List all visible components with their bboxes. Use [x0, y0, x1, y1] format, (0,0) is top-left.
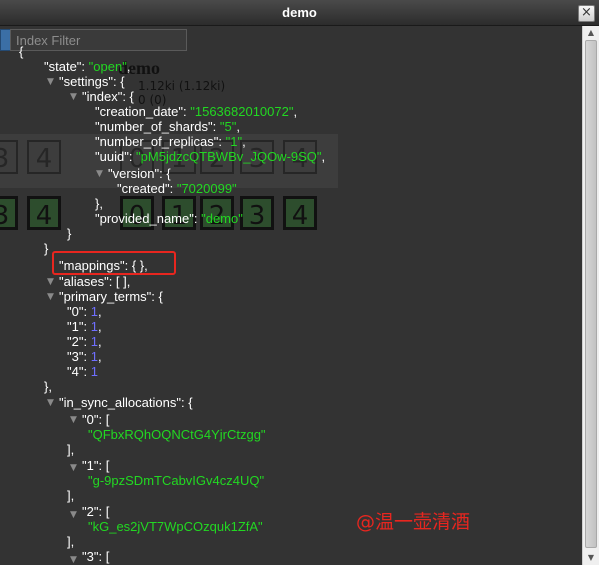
primary-term-key: "2" — [67, 334, 84, 349]
primary-term-key: "1" — [67, 319, 84, 334]
watermark-text: @温一壶清酒 — [356, 511, 471, 533]
primary-term-value: 1 — [90, 364, 98, 379]
collapse-triangle-icon[interactable]: ▼ — [47, 396, 54, 411]
in-sync-allocation-id: "QFbxRQhOQNCtG4YjrCtzgg" — [88, 427, 266, 442]
collapse-triangle-icon[interactable]: ▼ — [47, 275, 54, 290]
collapse-triangle-icon[interactable]: ▼ — [70, 508, 77, 523]
in-sync-value: "kG_es2jVT7WpCOzquk1ZfA" — [88, 519, 263, 534]
key-number-of-shards: "number_of_shards" — [95, 119, 213, 134]
scrollbar-thumb[interactable] — [585, 40, 597, 548]
primary-term-key: "0" — [67, 304, 84, 319]
replica-shard-4[interactable]: 4 — [27, 140, 61, 174]
collapse-triangle-icon[interactable]: ▼ — [70, 553, 77, 565]
json-close-array: ], — [67, 442, 75, 457]
key-uuid: "uuid" — [95, 149, 129, 164]
in-sync-allocation-id: "kG_es2jVT7WpCOzquk1ZfA" — [88, 519, 263, 534]
index-filter-input[interactable]: Index Filter — [10, 29, 187, 51]
in-sync-entry-row: "2": [ — [82, 504, 110, 519]
key-state: "state" — [44, 59, 82, 74]
in-sync-key: "3" — [82, 549, 99, 564]
key-primary-terms: "primary_terms" — [59, 289, 152, 304]
json-row-provided-name: "provided_name": "demo" — [95, 211, 243, 226]
json-row-state: "state": "open", — [44, 59, 131, 74]
in-sync-allocation-id: "g-9pzSDmTCabvIGv4cz4UQ" — [88, 473, 265, 488]
in-sync-key: "2" — [82, 504, 99, 519]
primary-term-value: 1 — [90, 349, 98, 364]
collapse-triangle-icon[interactable]: ▼ — [96, 167, 103, 182]
collapse-triangle-icon[interactable]: ▼ — [70, 461, 77, 476]
in-sync-key: "1" — [82, 458, 99, 473]
json-close-version: }, — [95, 196, 103, 211]
key-settings: "settings" — [59, 74, 114, 89]
json-close-primary-terms: }, — [44, 379, 52, 394]
json-row-version: "version": { — [108, 166, 171, 181]
primary-term-row: "2": 1, — [67, 334, 102, 349]
json-close-settings: } — [44, 241, 49, 256]
primary-term-row: "3": 1, — [67, 349, 102, 364]
primary-shard-3b[interactable]: 3 — [240, 196, 274, 231]
title-bar[interactable]: demo × — [0, 0, 599, 26]
primary-term-key: "4" — [67, 364, 84, 379]
json-row-primary-terms: "primary_terms": { — [59, 289, 163, 304]
primary-term-value: 1 — [90, 319, 98, 334]
in-sync-entry-row: "0": [ — [82, 412, 110, 427]
primary-term-value: 1 — [90, 334, 98, 349]
in-sync-value: "g-9pzSDmTCabvIGv4cz4UQ" — [88, 473, 264, 488]
in-sync-entry-row: "1": [ — [82, 458, 110, 473]
in-sync-value: "QFbxRQhOQNCtG4YjrCtzgg" — [88, 427, 266, 442]
json-row-number-of-shards: "number_of_shards": "5", — [95, 119, 240, 134]
window-title: demo — [282, 5, 317, 20]
scroll-up-arrow-icon[interactable]: ▲ — [583, 26, 599, 40]
primary-shard-4b[interactable]: 4 — [283, 196, 317, 231]
scroll-down-arrow-icon[interactable]: ▼ — [583, 551, 599, 565]
in-sync-key: "0" — [82, 412, 99, 427]
json-row-creation-date: "creation_date": "1563682010072", — [95, 104, 298, 119]
json-close-array: ], — [67, 488, 75, 503]
index-size-text: 1.12ki (1.12ki) — [138, 79, 226, 93]
key-provided-name: "provided_name" — [95, 211, 194, 226]
json-row-index: "index": { — [82, 89, 134, 104]
primary-term-row: "1": 1, — [67, 319, 102, 334]
json-viewer-window: Index Filter demo 1.12ki (1.12ki) 0 (0) … — [0, 0, 599, 565]
value-number-of-shards: "5" — [219, 119, 237, 134]
collapse-triangle-icon[interactable]: ▼ — [47, 75, 54, 90]
primary-shard-3[interactable]: 3 — [0, 196, 18, 231]
value-created: "7020099" — [176, 181, 237, 196]
primary-term-key: "3" — [67, 349, 84, 364]
collapse-triangle-icon[interactable]: ▼ — [70, 90, 77, 105]
close-button[interactable]: × — [578, 5, 595, 22]
key-in-sync-allocations: "in_sync_allocations" — [59, 395, 181, 410]
collapse-triangle-icon[interactable]: ▼ — [70, 413, 77, 428]
value-provided-name: "demo" — [201, 211, 243, 226]
vertical-scrollbar[interactable]: ▲ ▼ — [582, 26, 599, 565]
json-row-uuid: "uuid": "pM5jdzcQTBWBv_JQOw-9SQ", — [95, 149, 326, 164]
key-version: "version" — [108, 166, 160, 181]
json-row-in-sync-allocations: "in_sync_allocations": { — [59, 395, 193, 410]
json-row-created: "created": "7020099" — [117, 181, 237, 196]
collapse-triangle-icon[interactable]: ▼ — [47, 290, 54, 305]
json-row-aliases: "aliases": [ ], — [59, 274, 131, 289]
in-sync-entry-row: "3": [ — [82, 549, 110, 564]
json-close-array: ], — [67, 534, 75, 549]
close-icon: × — [581, 5, 592, 20]
key-index: "index" — [82, 89, 123, 104]
json-close-index: } — [67, 226, 72, 241]
value-state: "open" — [88, 59, 127, 74]
key-created: "created" — [117, 181, 170, 196]
value-uuid: "pM5jdzcQTBWBv_JQOw-9SQ" — [136, 149, 322, 164]
replica-shard-3[interactable]: 3 — [0, 140, 18, 174]
value-creation-date: "1563682010072" — [190, 104, 294, 119]
primary-term-value: 1 — [90, 304, 98, 319]
json-row-number-of-replicas: "number_of_replicas": "1", — [95, 134, 246, 149]
key-creation-date: "creation_date" — [95, 104, 184, 119]
primary-term-row: "0": 1, — [67, 304, 102, 319]
primary-term-row: "4": 1 — [67, 364, 98, 379]
json-open-brace: { — [19, 44, 24, 59]
json-row-settings: "settings": { — [59, 74, 125, 89]
mappings-highlight-box — [52, 251, 176, 275]
value-number-of-replicas: "1" — [225, 134, 243, 149]
primary-shard-4[interactable]: 4 — [27, 196, 61, 231]
key-number-of-replicas: "number_of_replicas" — [95, 134, 219, 149]
